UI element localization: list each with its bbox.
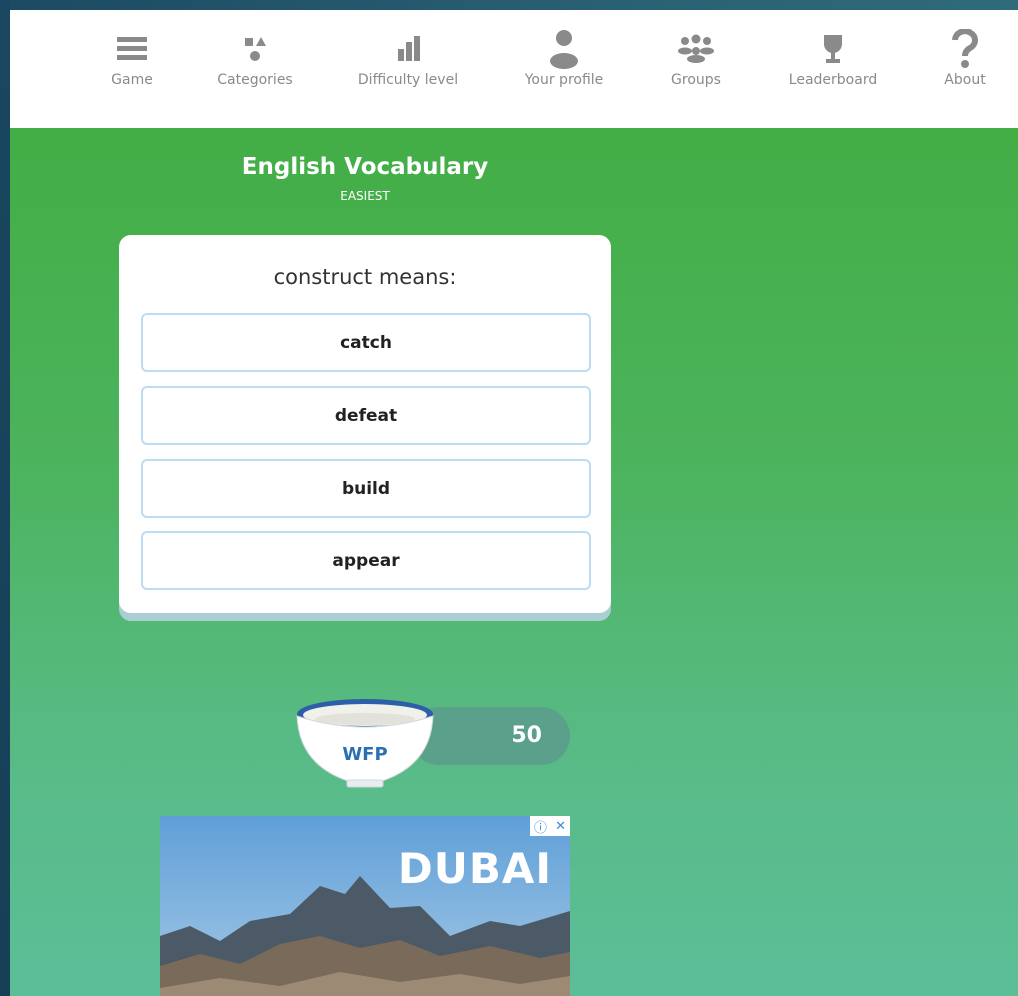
difficulty-level-text: EASIEST [340,189,390,203]
answer-option[interactable]: appear [141,531,591,590]
answer-option[interactable]: build [141,459,591,518]
quiz-title: English Vocabulary [241,154,489,180]
trophy-icon [803,26,863,72]
question-icon [935,26,995,72]
wfp-label: WFP [342,744,387,765]
nav-item-difficulty[interactable]: Difficulty level [353,10,463,128]
nav-item-groups[interactable]: Groups [641,10,751,128]
rice-bowl-icon: WFP [293,694,437,792]
question-text: construct means: [273,265,457,289]
app-area: Game Categories Difficulty level Your pr… [10,10,1018,996]
user-icon [534,26,594,72]
nav-label-profile: Your profile [524,72,604,88]
advertisement[interactable]: DUBAI ⓘ ✕ [160,816,570,996]
question-card: construct means: catch defeat build appe… [119,235,611,613]
info-icon[interactable]: ⓘ [534,817,547,836]
nav-item-categories[interactable]: Categories [200,10,310,128]
nav-label-difficulty: Difficulty level [357,72,459,88]
nav-item-profile[interactable]: Your profile [509,10,619,128]
nav-label-about: About [944,72,986,88]
nav-item-leaderboard[interactable]: Leaderboard [778,10,888,128]
nav-label-game: Game [111,72,153,88]
answer-option[interactable]: catch [141,313,591,372]
nav-label-groups: Groups [671,72,721,88]
top-navigation: Game Categories Difficulty level Your pr… [10,10,1018,128]
window-frame-top [0,0,1018,10]
window-frame-left [0,0,10,996]
nav-item-about[interactable]: About [910,10,1018,128]
nav-label-categories: Categories [217,72,293,88]
bar-chart-icon [378,26,438,72]
categories-icon [225,26,285,72]
menu-icon [102,26,162,72]
rice-score-value: 50 [511,723,542,748]
answer-option[interactable]: defeat [141,386,591,445]
group-icon [666,26,726,72]
close-icon[interactable]: ✕ [555,819,566,834]
nav-item-game[interactable]: Game [77,10,187,128]
ad-logo: DUBAI [397,844,552,893]
ad-controls[interactable]: ⓘ ✕ [530,816,570,836]
nav-label-leaderboard: Leaderboard [788,72,878,88]
